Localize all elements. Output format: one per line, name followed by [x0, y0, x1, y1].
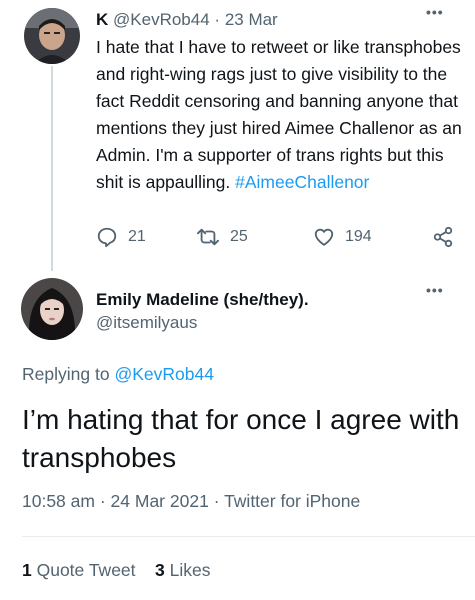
likes-link[interactable]: 3 Likes [155, 560, 210, 580]
quote-count: 1 [22, 560, 32, 580]
replying-to-link[interactable]: @KevRob44 [114, 364, 214, 384]
tweet2-time[interactable]: 10:58 am [22, 491, 95, 511]
likes-label: Likes [169, 560, 211, 580]
tweet1-text: I hate that I have to retweet or like tr… [96, 34, 466, 196]
reply-button[interactable]: 21 [96, 226, 146, 248]
divider [22, 536, 475, 537]
tweet1-date[interactable]: 23 Mar [225, 10, 278, 29]
likes-count: 3 [154, 560, 165, 580]
tweet2-more-icon[interactable]: ••• [426, 282, 444, 298]
tweet2-stats: 1 Quote Tweet 3 Likes [22, 560, 210, 581]
tweet2-metadata: 10:58 am · 24 Mar 2021 · Twitter for iPh… [22, 491, 360, 512]
replying-prefix: Replying to [22, 364, 110, 384]
like-button[interactable]: 194 [313, 226, 372, 248]
retweet-button[interactable]: 25 [196, 226, 248, 248]
tweet2-handle[interactable]: @itsemilyaus [96, 313, 197, 333]
meta-separator: · [99, 491, 106, 511]
meta-separator: · [213, 491, 220, 511]
share-button[interactable] [432, 226, 454, 248]
tweet1-action-bar: 21 25 194 [96, 226, 458, 250]
tweet1-separator: · [214, 10, 221, 29]
quote-label: Quote Tweet [36, 560, 136, 580]
tweet1-more-icon[interactable]: ••• [426, 4, 444, 20]
share-icon [433, 226, 453, 248]
tweet1-hashtag-link[interactable]: #AimeeChallenor [235, 172, 369, 192]
tweet1-display-name[interactable]: K [96, 10, 108, 29]
replying-to-line: Replying to @KevRob44 [22, 364, 214, 385]
reply-count: 21 [128, 228, 146, 245]
tweet2-text: I’m hating that for once I agree with tr… [22, 404, 460, 473]
thread-connector-line [51, 66, 53, 271]
reply-icon [97, 227, 117, 248]
avatar-itsemilyaus[interactable] [21, 278, 83, 340]
tweet2-display-name[interactable]: Emily Madeline (she/they). [96, 290, 309, 310]
like-count: 194 [345, 228, 372, 245]
tweet1-header: K @KevRob44 · 23 Mar [96, 9, 278, 31]
tweet2-date[interactable]: 24 Mar 2021 [111, 491, 209, 511]
avatar-kevrob44[interactable] [24, 8, 80, 64]
quote-tweets-link[interactable]: 1 Quote Tweet [22, 560, 136, 580]
retweet-count: 25 [230, 228, 248, 245]
tweet1-body: I hate that I have to retweet or like tr… [96, 37, 462, 192]
retweet-icon [197, 228, 219, 246]
like-icon [314, 228, 334, 246]
tweet1-handle[interactable]: @KevRob44 [113, 10, 210, 29]
tweet2-source[interactable]: Twitter for iPhone [224, 491, 360, 511]
